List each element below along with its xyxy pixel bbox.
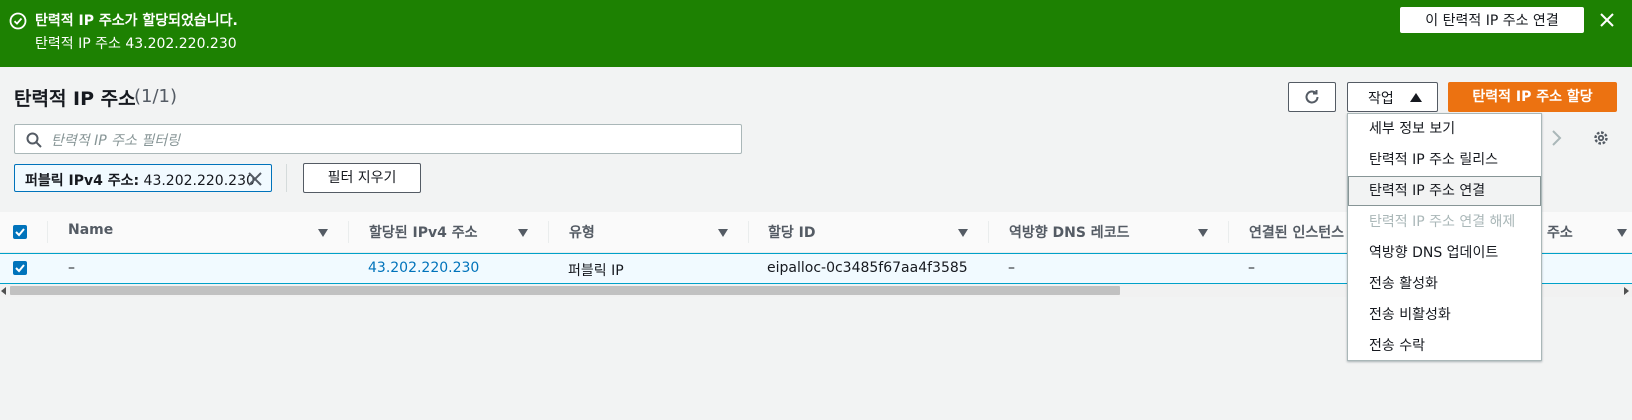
item-count: (1/1) [134,86,178,107]
column-header-allocation-id[interactable]: 할당 ID [768,222,815,242]
cell-ipv4-link[interactable]: 43.202.220.230 [368,260,479,276]
cell-instance: – [1248,260,1255,276]
column-header-reverse-dns[interactable]: 역방향 DNS 레코드 [1009,222,1129,242]
column-separator [47,221,48,243]
menu-item-associate-eip[interactable]: 탄력적 IP 주소 연결 [1348,176,1541,206]
sort-icon[interactable] [958,229,968,237]
caret-up-icon [1410,93,1422,102]
column-header-ipv4[interactable]: 할당된 IPv4 주소 [369,222,478,242]
refresh-button[interactable] [1288,82,1336,112]
chevron-right-icon[interactable] [1550,128,1564,148]
column-separator [1228,221,1229,243]
actions-label: 작업 [1368,91,1394,107]
menu-item-disable-transfer[interactable]: 전송 비활성화 [1348,300,1541,330]
sort-icon[interactable] [1198,229,1208,237]
menu-item-accept-transfer[interactable]: 전송 수락 [1348,331,1541,361]
filter-input[interactable]: 탄력적 IP 주소 필터링 [14,124,742,154]
column-separator [748,221,749,243]
menu-item-disassociate-eip: 탄력적 IP 주소 연결 해제 [1369,214,1516,230]
column-separator [988,221,989,243]
dismiss-token-icon[interactable] [247,171,263,187]
search-icon [26,132,42,148]
column-header-address[interactable]: 주소 [1547,222,1573,242]
success-flash-banner: 탄력적 IP 주소가 할당되었습니다. 탄력적 IP 주소 43.202.220… [0,0,1632,67]
check-circle-icon [9,12,27,30]
filter-divider [286,164,287,192]
cell-name: – [68,260,75,276]
menu-item-update-reverse-dns[interactable]: 역방향 DNS 업데이트 [1348,238,1541,268]
sort-icon[interactable] [518,229,528,237]
filter-token-text: 퍼블릭 IPv4 주소: 43.202.220.230 [25,170,255,190]
filter-token: 퍼블릭 IPv4 주소: 43.202.220.230 [14,164,272,192]
select-all-checkbox[interactable] [13,225,27,239]
refresh-icon [1305,90,1319,104]
gear-icon[interactable] [1592,129,1610,147]
column-separator [348,221,349,243]
row-checkbox[interactable] [13,261,27,275]
filter-token-key: 퍼블릭 IPv4 주소: [25,173,140,189]
clear-filters-button[interactable]: 필터 지우기 [303,163,421,193]
flash-detail: 탄력적 IP 주소 43.202.220.230 [35,36,237,52]
allocate-eip-button[interactable]: 탄력적 IP 주소 할당 [1448,82,1617,112]
actions-menu: 세부 정보 보기 탄력적 IP 주소 릴리스 탄력적 IP 주소 연결 탄력적 … [1347,113,1542,361]
associate-this-ip-button[interactable]: 이 탄력적 IP 주소 연결 [1400,7,1584,33]
sort-icon[interactable] [1617,229,1627,237]
filter-placeholder: 탄력적 IP 주소 필터링 [51,133,180,149]
menu-item-view-details[interactable]: 세부 정보 보기 [1348,114,1541,144]
actions-dropdown-button[interactable]: 작업 [1347,82,1438,112]
column-separator [548,221,549,243]
scroll-right-icon[interactable] [1624,287,1629,295]
cell-type: 퍼블릭 IP [568,263,624,279]
close-icon[interactable] [1599,12,1615,28]
cell-allocation-id: eipalloc-0c3485f67aa4f3585 [767,260,968,276]
sort-icon[interactable] [318,229,328,237]
flash-title: 탄력적 IP 주소가 할당되었습니다. [35,13,238,29]
column-header-instance[interactable]: 연결된 인스턴스 [1249,222,1344,242]
scroll-left-icon[interactable] [1,287,6,295]
column-header-type[interactable]: 유형 [569,222,595,242]
scrollbar-thumb[interactable] [10,286,1120,295]
menu-item-enable-transfer[interactable]: 전송 활성화 [1348,269,1541,299]
sort-icon[interactable] [718,229,728,237]
menu-item-release-eip[interactable]: 탄력적 IP 주소 릴리스 [1348,145,1541,175]
column-header-name[interactable]: Name [68,222,113,238]
cell-reverse-dns: – [1008,260,1015,276]
check-icon [15,264,25,273]
page-title: 탄력적 IP 주소 [14,88,136,110]
filter-token-value: 43.202.220.230 [143,173,255,189]
check-icon [15,228,25,237]
